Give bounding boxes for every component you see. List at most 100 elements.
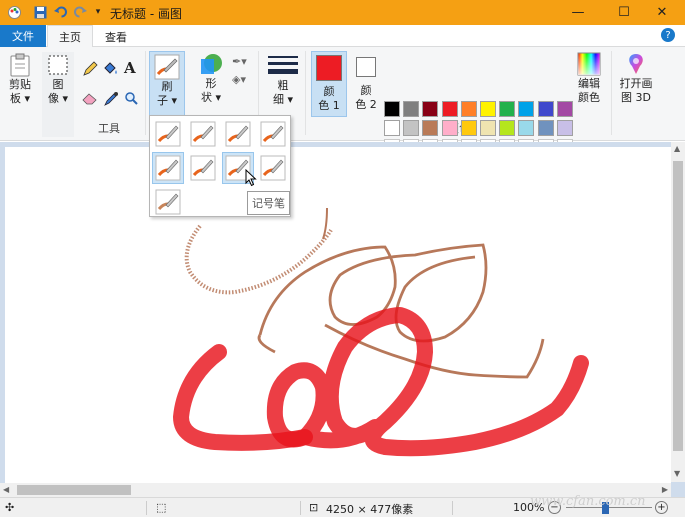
palette-swatch[interactable]: [422, 120, 438, 136]
size-label-2: 细 ▾: [272, 93, 294, 106]
image-size-icon: ⊡: [309, 501, 319, 514]
palette-swatch[interactable]: [518, 101, 534, 117]
palette-swatch[interactable]: [538, 120, 554, 136]
open-paint3d-button[interactable]: 打开画 图 3D: [616, 51, 656, 105]
status-bar: ✣ ⬚ ⊡ 4250 × 477像素 100% − + www.cfan.com…: [0, 494, 685, 517]
fill-icon[interactable]: ◈▾: [232, 73, 246, 86]
help-icon[interactable]: ?: [661, 28, 675, 42]
brush-option-brush[interactable]: [152, 118, 184, 150]
outline-icon[interactable]: ✒▾: [232, 55, 247, 68]
save-icon[interactable]: [32, 4, 48, 20]
text-tool-icon[interactable]: A: [124, 59, 136, 77]
brush-option-calligraphy-1[interactable]: [187, 118, 219, 150]
palette-swatch[interactable]: [384, 120, 400, 136]
drawing-canvas[interactable]: [5, 147, 671, 483]
paint3d-icon: [623, 51, 649, 77]
palette-swatch[interactable]: [384, 101, 400, 117]
title-bar: ▾ 无标题 - 画图 — ☐ ✕: [0, 0, 685, 25]
clipboard-label-2: 板 ▾: [9, 92, 31, 105]
cursor-position-icon: ✣: [5, 501, 15, 514]
brush-option-calligraphy-2[interactable]: [222, 118, 254, 150]
palette-swatch[interactable]: [442, 101, 458, 117]
palette-swatch[interactable]: [403, 101, 419, 117]
tab-file[interactable]: 文件: [0, 25, 46, 47]
brushes-button[interactable]: 刷 子 ▾: [149, 51, 185, 117]
edit-colors-label-1: 编辑: [578, 77, 600, 90]
palette-swatch[interactable]: [480, 101, 496, 117]
clipboard-button[interactable]: 剪贴 板 ▾: [5, 52, 35, 106]
tab-view[interactable]: 查看: [96, 25, 136, 48]
color1-swatch: [316, 55, 342, 81]
edit-colors-button[interactable]: 编辑 颜色: [574, 51, 604, 105]
color-picker-icon[interactable]: [104, 91, 119, 109]
horizontal-scroll-thumb[interactable]: [17, 485, 131, 495]
palette-swatch[interactable]: [461, 120, 477, 136]
palette-swatch[interactable]: [557, 120, 573, 136]
brush-icon: [154, 54, 180, 80]
pencil-icon[interactable]: [82, 61, 98, 80]
vertical-scroll-thumb[interactable]: [673, 161, 683, 451]
natural-pencil-icon: [260, 155, 286, 181]
magnifier-icon[interactable]: [124, 91, 138, 108]
palette-swatch[interactable]: [499, 101, 515, 117]
paint-app-icon[interactable]: [6, 4, 22, 20]
palette-swatch[interactable]: [557, 101, 573, 117]
palette-swatch[interactable]: [480, 120, 496, 136]
color2-button[interactable]: 颜 色 2: [350, 51, 382, 112]
brush-icon: [155, 121, 181, 147]
palette-swatch[interactable]: [499, 120, 515, 136]
color2-swatch: [356, 57, 376, 77]
color1-button[interactable]: 颜 色 1: [311, 51, 347, 117]
ribbon-separator: [305, 51, 306, 135]
clipboard-icon: [7, 52, 33, 78]
palette-swatch[interactable]: [422, 101, 438, 117]
ribbon-separator: [145, 51, 146, 135]
close-button[interactable]: ✕: [639, 0, 685, 25]
brush-option-airbrush[interactable]: [257, 118, 289, 150]
image-button[interactable]: 图 像 ▾: [42, 52, 74, 137]
eraser-icon[interactable]: [82, 91, 98, 108]
customize-toolbar-icon[interactable]: ▾: [90, 4, 106, 20]
brush-option-natural-pencil[interactable]: [257, 152, 289, 184]
vertical-scrollbar[interactable]: ▲ ▼: [671, 142, 685, 482]
palette-swatch[interactable]: [518, 120, 534, 136]
shapes-label-1: 形: [205, 77, 217, 90]
tab-home[interactable]: 主页: [47, 25, 93, 48]
calligraphy-1-icon: [190, 121, 216, 147]
canvas-workspace: ▲ ▼ ◀ ▶: [0, 142, 685, 497]
zoom-in-button[interactable]: +: [655, 501, 668, 514]
palette-swatch[interactable]: [403, 120, 419, 136]
mouse-cursor-icon: [245, 168, 257, 190]
palette-swatch[interactable]: [461, 101, 477, 117]
scroll-down-icon[interactable]: ▼: [674, 469, 680, 478]
clipboard-label-1: 剪贴: [9, 78, 31, 91]
minimize-button[interactable]: —: [555, 0, 601, 25]
brushes-label-2: 子 ▾: [156, 94, 178, 107]
airbrush-icon: [260, 121, 286, 147]
ribbon-tab-row: 文件 主页 查看 ?: [0, 25, 685, 48]
brush-option-oil-brush[interactable]: [152, 152, 184, 184]
brush-option-crayon[interactable]: [187, 152, 219, 184]
brush-option-watercolor[interactable]: [152, 186, 184, 218]
size-button[interactable]: 粗 细 ▾: [265, 53, 301, 107]
oil-brush-icon: [155, 155, 181, 181]
shapes-label-2: 状 ▾: [200, 91, 222, 104]
fill-bucket-icon[interactable]: [102, 61, 119, 80]
scroll-up-icon[interactable]: ▲: [674, 144, 680, 153]
rainbow-palette-icon: [576, 51, 602, 77]
calligraphy-2-icon: [225, 121, 251, 147]
color2-label-2: 色 2: [355, 98, 377, 111]
palette-swatch[interactable]: [538, 101, 554, 117]
crayon-icon: [190, 155, 216, 181]
ribbon-separator: [611, 51, 612, 135]
undo-icon[interactable]: [53, 4, 69, 20]
watermark-text: www.cfan.com.cn: [530, 494, 646, 509]
edit-colors-label-2: 颜色: [578, 91, 600, 104]
palette-swatch[interactable]: [442, 120, 458, 136]
redo-icon[interactable]: [72, 4, 88, 20]
scroll-right-icon[interactable]: ▶: [662, 485, 668, 494]
scroll-left-icon[interactable]: ◀: [3, 485, 9, 494]
paint3d-label-1: 打开画: [619, 77, 653, 90]
window-title: 无标题 - 画图: [110, 7, 182, 21]
shapes-button[interactable]: 形 状 ▾: [196, 51, 226, 105]
